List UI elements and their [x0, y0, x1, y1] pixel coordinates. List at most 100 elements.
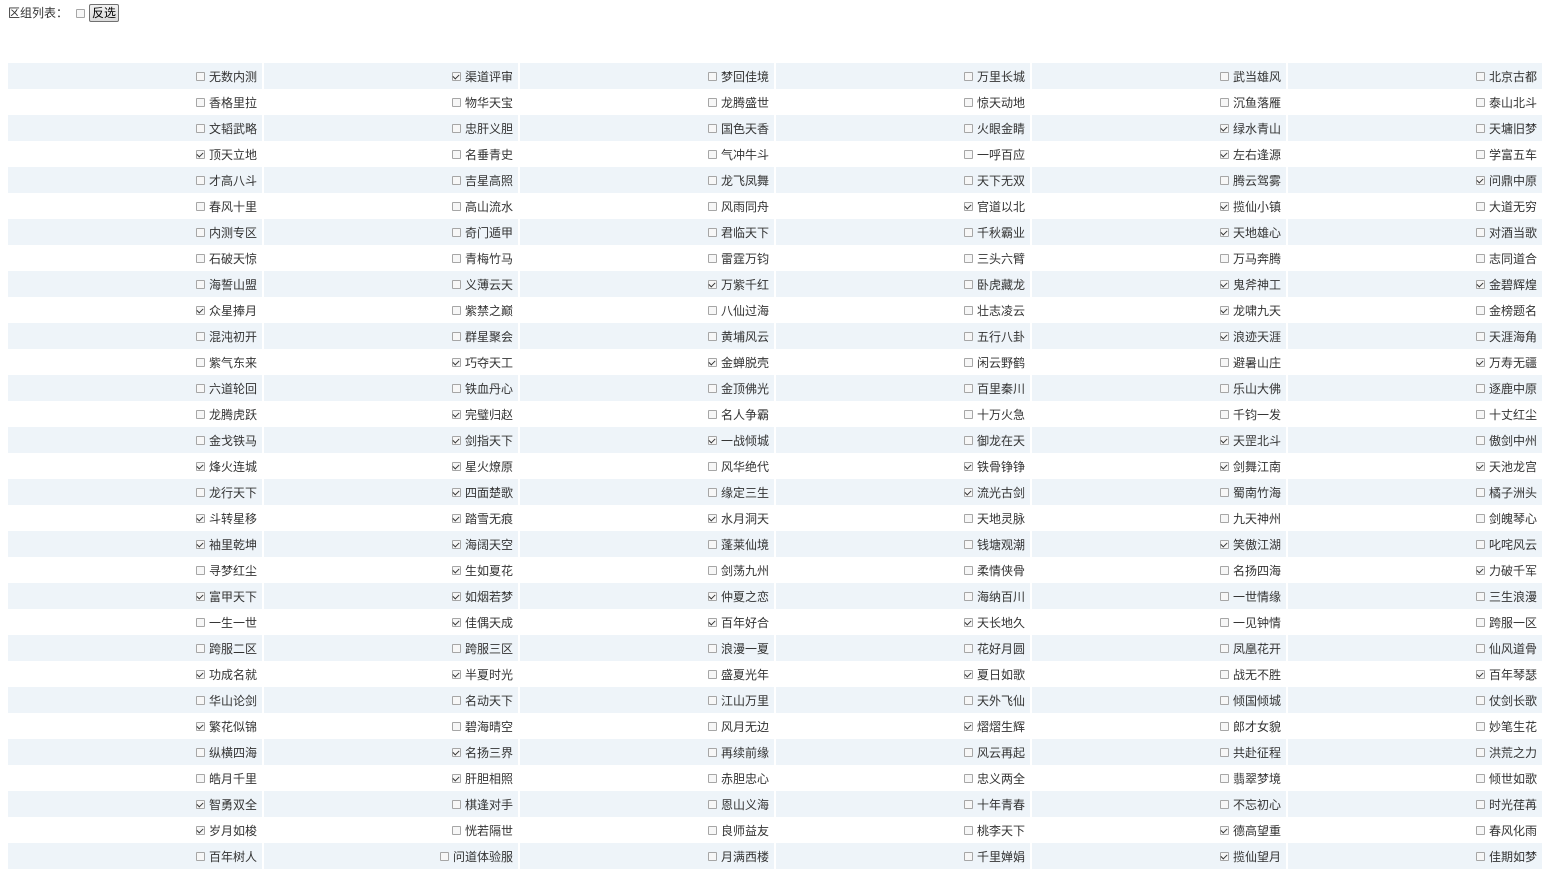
server-checkbox[interactable]: [195, 487, 205, 497]
server-checkbox[interactable]: [1475, 357, 1485, 367]
server-checkbox[interactable]: [1219, 331, 1229, 341]
server-option[interactable]: 金榜题名: [1288, 297, 1542, 323]
server-checkbox[interactable]: [1475, 409, 1485, 419]
server-checkbox[interactable]: [451, 435, 461, 445]
server-option[interactable]: 傲剑中州: [1288, 427, 1542, 453]
server-option[interactable]: 纵横四海: [8, 739, 262, 765]
server-option[interactable]: 橘子洲头: [1288, 479, 1542, 505]
server-option[interactable]: 渠道评审: [264, 63, 518, 89]
server-option[interactable]: 武当雄风: [1032, 63, 1286, 89]
server-checkbox[interactable]: [451, 305, 461, 315]
server-checkbox[interactable]: [707, 669, 717, 679]
server-checkbox[interactable]: [707, 539, 717, 549]
server-checkbox[interactable]: [963, 487, 973, 497]
server-checkbox[interactable]: [1219, 565, 1229, 575]
server-checkbox[interactable]: [1475, 643, 1485, 653]
server-checkbox[interactable]: [963, 97, 973, 107]
server-checkbox[interactable]: [451, 201, 461, 211]
server-option[interactable]: 石破天惊: [8, 245, 262, 271]
server-option[interactable]: 钱塘观潮: [776, 531, 1030, 557]
server-option[interactable]: 三头六臂: [776, 245, 1030, 271]
server-option[interactable]: 百年好合: [520, 609, 774, 635]
server-checkbox[interactable]: [451, 643, 461, 653]
server-checkbox[interactable]: [1219, 123, 1229, 133]
server-checkbox[interactable]: [195, 643, 205, 653]
server-checkbox[interactable]: [451, 799, 461, 809]
server-option[interactable]: 万寿无疆: [1288, 349, 1542, 375]
server-option[interactable]: 德高望重: [1032, 817, 1286, 843]
server-option[interactable]: 鬼斧神工: [1032, 271, 1286, 297]
server-checkbox[interactable]: [963, 71, 973, 81]
server-option[interactable]: 缘定三生: [520, 479, 774, 505]
server-option[interactable]: 金碧辉煌: [1288, 271, 1542, 297]
server-checkbox[interactable]: [963, 279, 973, 289]
invert-selection-button[interactable]: 反选: [89, 4, 120, 22]
server-option[interactable]: 恍若隔世: [264, 817, 518, 843]
server-checkbox[interactable]: [707, 591, 717, 601]
server-checkbox[interactable]: [707, 825, 717, 835]
server-option[interactable]: 名垂青史: [264, 141, 518, 167]
server-checkbox[interactable]: [707, 331, 717, 341]
server-option[interactable]: 皓月千里: [8, 765, 262, 791]
server-option[interactable]: 战无不胜: [1032, 661, 1286, 687]
server-checkbox[interactable]: [1475, 513, 1485, 523]
server-checkbox[interactable]: [1219, 357, 1229, 367]
server-option[interactable]: 紫禁之巅: [264, 297, 518, 323]
server-option[interactable]: 无数内测: [8, 63, 262, 89]
server-option[interactable]: 智勇双全: [8, 791, 262, 817]
server-checkbox[interactable]: [1219, 643, 1229, 653]
server-option[interactable]: 天下无双: [776, 167, 1030, 193]
server-option[interactable]: 火眼金睛: [776, 115, 1030, 141]
server-checkbox[interactable]: [1219, 409, 1229, 419]
server-checkbox[interactable]: [1475, 383, 1485, 393]
server-option[interactable]: 夏日如歌: [776, 661, 1030, 687]
server-checkbox[interactable]: [451, 71, 461, 81]
server-option[interactable]: 左右逢源: [1032, 141, 1286, 167]
server-checkbox[interactable]: [451, 331, 461, 341]
server-option[interactable]: 十万火急: [776, 401, 1030, 427]
server-checkbox[interactable]: [1475, 669, 1485, 679]
server-option[interactable]: 浪漫一夏: [520, 635, 774, 661]
server-option[interactable]: 星火燎原: [264, 453, 518, 479]
server-checkbox[interactable]: [707, 305, 717, 315]
server-option[interactable]: 万紫千红: [520, 271, 774, 297]
server-checkbox[interactable]: [1475, 617, 1485, 627]
server-checkbox[interactable]: [1475, 695, 1485, 705]
server-option[interactable]: 问鼎中原: [1288, 167, 1542, 193]
server-checkbox[interactable]: [195, 357, 205, 367]
server-option[interactable]: 不忘初心: [1032, 791, 1286, 817]
server-checkbox[interactable]: [963, 799, 973, 809]
server-option[interactable]: 铁骨铮铮: [776, 453, 1030, 479]
server-checkbox[interactable]: [195, 123, 205, 133]
server-option[interactable]: 柔情侠骨: [776, 557, 1030, 583]
server-option[interactable]: 八仙过海: [520, 297, 774, 323]
server-checkbox[interactable]: [1475, 331, 1485, 341]
server-checkbox[interactable]: [1475, 253, 1485, 263]
server-option[interactable]: 跨服一区: [1288, 609, 1542, 635]
server-option[interactable]: 名动天下: [264, 687, 518, 713]
server-option[interactable]: 笑傲江湖: [1032, 531, 1286, 557]
server-option[interactable]: 踏雪无痕: [264, 505, 518, 531]
server-option[interactable]: 御龙在天: [776, 427, 1030, 453]
server-checkbox[interactable]: [1219, 279, 1229, 289]
server-checkbox[interactable]: [963, 669, 973, 679]
server-option[interactable]: 名扬四海: [1032, 557, 1286, 583]
server-option[interactable]: 水月洞天: [520, 505, 774, 531]
server-checkbox[interactable]: [707, 409, 717, 419]
server-checkbox[interactable]: [1219, 669, 1229, 679]
server-option[interactable]: 郎才女貌: [1032, 713, 1286, 739]
server-option[interactable]: 剑指天下: [264, 427, 518, 453]
server-checkbox[interactable]: [1475, 851, 1485, 861]
server-checkbox[interactable]: [1219, 695, 1229, 705]
server-checkbox[interactable]: [195, 721, 205, 731]
server-checkbox[interactable]: [963, 123, 973, 133]
server-option[interactable]: 逐鹿中原: [1288, 375, 1542, 401]
server-checkbox[interactable]: [451, 695, 461, 705]
server-checkbox[interactable]: [1219, 799, 1229, 809]
server-checkbox[interactable]: [1475, 71, 1485, 81]
server-option[interactable]: 天长地久: [776, 609, 1030, 635]
server-option[interactable]: 雷霆万钧: [520, 245, 774, 271]
server-option[interactable]: 一见钟情: [1032, 609, 1286, 635]
server-checkbox[interactable]: [195, 253, 205, 263]
server-option[interactable]: 忠肝义胆: [264, 115, 518, 141]
